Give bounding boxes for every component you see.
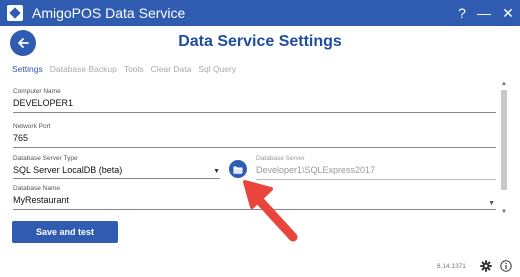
gear-icon[interactable] [480, 260, 492, 272]
page-title: Data Service Settings [178, 33, 342, 50]
network-port-input[interactable]: 765 [13, 133, 496, 143]
field-underline [13, 112, 496, 113]
help-button[interactable]: ? [452, 3, 472, 23]
folder-icon [233, 166, 243, 174]
database-name-input[interactable]: MyRestaurant [13, 195, 496, 205]
network-port-label: Network Port [13, 123, 51, 130]
database-server-inner: Database Server Developer1\SQLExpress201… [256, 155, 496, 180]
server-type-label: Database Server Type [13, 155, 78, 162]
computer-name-label: Computer Name [13, 88, 61, 95]
tab-bar: Settings Database Backup Tools Clear Dat… [12, 64, 236, 74]
scroll-down-icon[interactable]: ▼ [500, 208, 508, 216]
tab-clear-data[interactable]: Clear Data [151, 64, 192, 74]
save-and-test-button[interactable]: Save and test [12, 221, 118, 243]
database-name-label: Database Name [13, 185, 60, 192]
minimize-button[interactable]: — [474, 3, 494, 23]
scroll-up-icon[interactable]: ▲ [500, 80, 508, 88]
server-type-value[interactable]: SQL Server LocalDB (beta) [13, 165, 220, 175]
tab-sql-query[interactable]: Sql Query [198, 64, 236, 74]
browse-server-button[interactable] [229, 160, 247, 178]
version-label: 8.14.1371 [437, 263, 466, 270]
field-underline [13, 209, 496, 210]
dropdown-arrow-icon[interactable]: ▼ [213, 168, 220, 175]
computer-name-field[interactable]: Computer Name DEVELOPER1 [13, 88, 496, 113]
field-underline [13, 147, 496, 148]
network-port-field[interactable]: Network Port 765 [13, 123, 496, 148]
title-bar: AmigoPOS Data Service ? — ✕ [0, 0, 520, 26]
database-server-value: Developer1\SQLExpress2017 [256, 165, 376, 175]
database-server-label: Database Server [256, 155, 305, 162]
scrollbar[interactable]: ▲ ▼ [500, 80, 508, 216]
tab-settings[interactable]: Settings [12, 64, 43, 74]
dropdown-arrow-icon[interactable]: ▼ [488, 200, 495, 207]
field-underline [13, 178, 220, 179]
close-button[interactable]: ✕ [498, 3, 518, 23]
database-server-field: Database Server Developer1\SQLExpress201… [256, 155, 496, 180]
tab-database-backup[interactable]: Database Backup [50, 64, 117, 74]
server-type-select[interactable]: Database Server Type SQL Server LocalDB … [13, 155, 220, 179]
tab-tools[interactable]: Tools [124, 64, 144, 74]
field-underline [256, 179, 496, 180]
app-logo-icon [7, 5, 23, 21]
window-title: AmigoPOS Data Service [32, 5, 186, 21]
scrollbar-thumb[interactable] [501, 90, 507, 190]
info-icon[interactable] [500, 260, 512, 272]
database-name-field[interactable]: Database Name MyRestaurant ▼ [13, 185, 496, 210]
computer-name-input[interactable]: DEVELOPER1 [13, 98, 496, 108]
